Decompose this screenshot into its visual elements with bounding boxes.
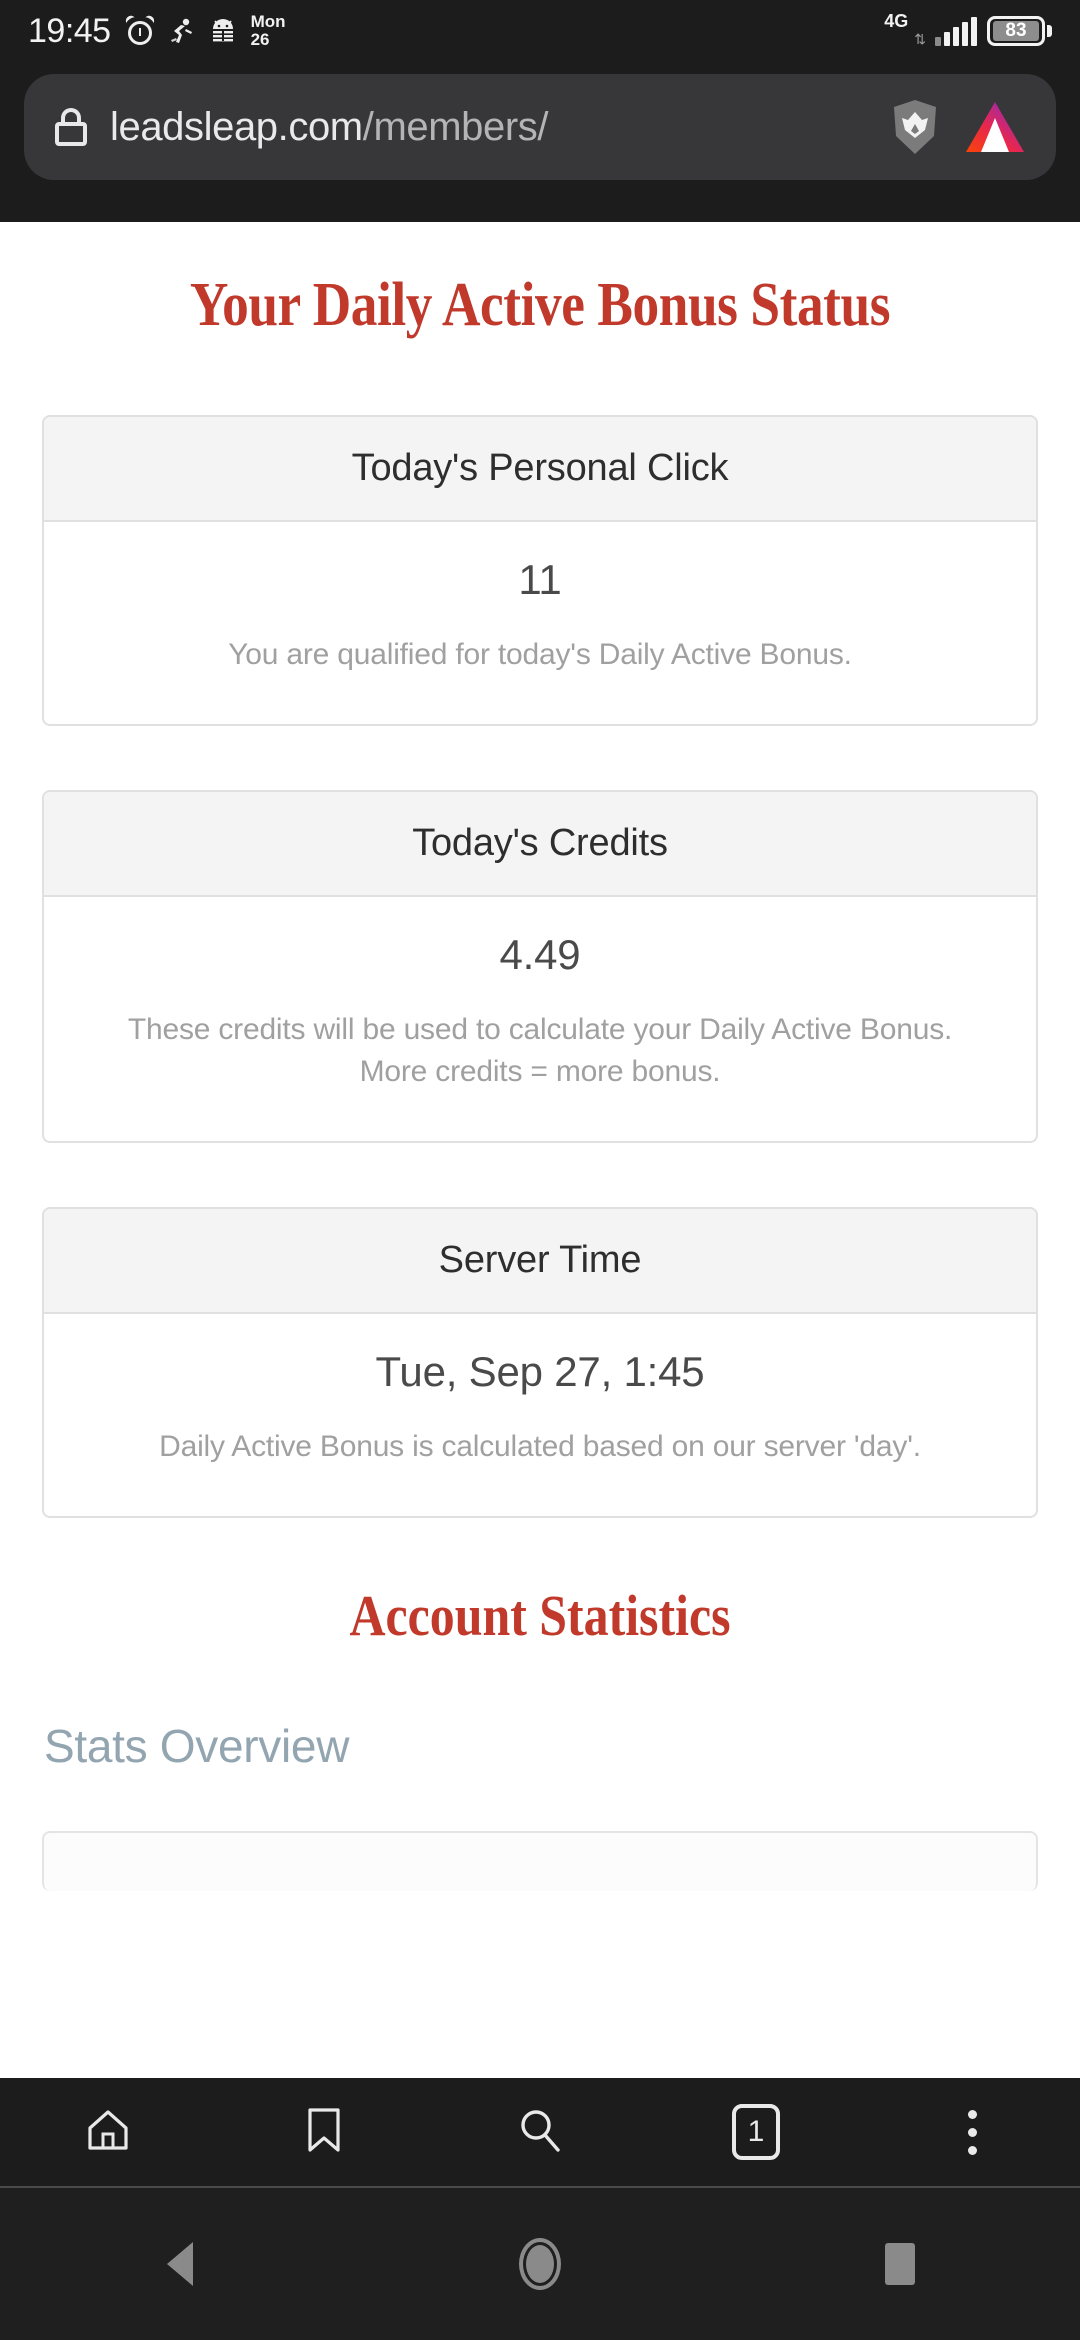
lock-icon (54, 108, 88, 146)
home-circle-icon (519, 2238, 561, 2290)
search-button[interactable] (432, 2078, 648, 2186)
battery-percent-label: 83 (993, 20, 1039, 41)
network-type-label: 4G (884, 10, 909, 31)
tab-switcher-button[interactable]: 1 (648, 2078, 864, 2186)
card-todays-credits: Today's Credits 4.49 These credits will … (42, 790, 1038, 1143)
section-title-account-statistics: Account Statistics (349, 1583, 731, 1648)
card-todays-personal-click: Today's Personal Click 11 You are qualif… (42, 415, 1038, 726)
status-date-num: 26 (250, 30, 270, 49)
android-navigation-bar (0, 2186, 1080, 2340)
url-bar[interactable]: leadsleap.com/members/ (24, 74, 1056, 180)
bonus-status-cards: Today's Personal Click 11 You are qualif… (0, 415, 1080, 1518)
card-header: Today's Credits (44, 792, 1036, 897)
status-clock: 19:45 (28, 12, 111, 50)
card-header: Today's Personal Click (44, 417, 1036, 522)
brave-leo-icon[interactable] (964, 100, 1026, 154)
card-body: 11 You are qualified for today's Daily A… (44, 522, 1036, 724)
battery-icon: 83 (987, 16, 1052, 46)
home-icon (86, 2108, 130, 2157)
url-path: /members/ (362, 104, 549, 149)
back-triangle-icon (167, 2242, 193, 2286)
phone-screen: 19:45 Mon 26 4G ⇅ 83 leadsleap.com/membe… (0, 0, 1080, 2340)
card-note: These credits will be used to calculate … (66, 1009, 1014, 1093)
kebab-menu-icon (967, 2109, 977, 2155)
card-note-line2: More credits = more bonus. (359, 1055, 721, 1088)
page-title: Your Daily Active Bonus Status (189, 271, 891, 339)
url-text[interactable]: leadsleap.com/members/ (110, 105, 866, 150)
status-bar-right: 4G ⇅ 83 (884, 11, 1052, 47)
stats-overview-label: Stats Overview (44, 1720, 350, 1772)
android-robot-icon (209, 17, 237, 45)
browser-top-chrome: leadsleap.com/members/ (0, 62, 1080, 222)
web-page-viewport[interactable]: Your Daily Active Bonus Status Today's P… (0, 222, 1080, 2078)
bookmark-icon (306, 2107, 342, 2158)
card-note-line1: These credits will be used to calculate … (127, 1013, 953, 1046)
card-value: Tue, Sep 27, 1:45 (375, 1348, 705, 1395)
search-icon (517, 2107, 563, 2158)
running-activity-icon (169, 17, 195, 45)
card-note: You are qualified for today's Daily Acti… (228, 638, 852, 671)
status-date-day: Mon (250, 12, 286, 31)
card-value: 11 (518, 556, 562, 603)
browser-menu-button[interactable] (864, 2078, 1080, 2186)
brave-shield-icon[interactable] (888, 98, 942, 156)
nav-recents-button[interactable] (720, 2187, 1080, 2340)
card-server-time: Server Time Tue, Sep 27, 1:45 Daily Acti… (42, 1207, 1038, 1518)
card-note: Daily Active Bonus is calculated based o… (159, 1430, 921, 1463)
nav-back-button[interactable] (0, 2187, 360, 2340)
browser-bottom-toolbar: 1 (0, 2078, 1080, 2186)
nav-home-button[interactable] (360, 2187, 720, 2340)
data-transfer-icon: ⇅ (914, 30, 926, 47)
card-body: 4.49 These credits will be used to calcu… (44, 897, 1036, 1141)
card-header: Server Time (44, 1209, 1036, 1314)
card-body: Tue, Sep 27, 1:45 Daily Active Bonus is … (44, 1314, 1036, 1516)
tab-count-badge: 1 (732, 2104, 780, 2160)
url-domain: leadsleap.com (110, 104, 363, 149)
home-button[interactable] (0, 2078, 216, 2186)
signal-bars-icon (935, 16, 977, 46)
status-date: Mon 26 (251, 13, 286, 49)
bookmarks-button[interactable] (216, 2078, 432, 2186)
alarm-icon (123, 13, 156, 46)
card-value: 4.49 (499, 931, 581, 978)
status-bar-left: 19:45 Mon 26 (28, 13, 884, 49)
android-status-bar: 19:45 Mon 26 4G ⇅ 83 (0, 0, 1080, 62)
recents-square-icon (885, 2243, 915, 2285)
stats-overview-panel-top (42, 1831, 1038, 1891)
